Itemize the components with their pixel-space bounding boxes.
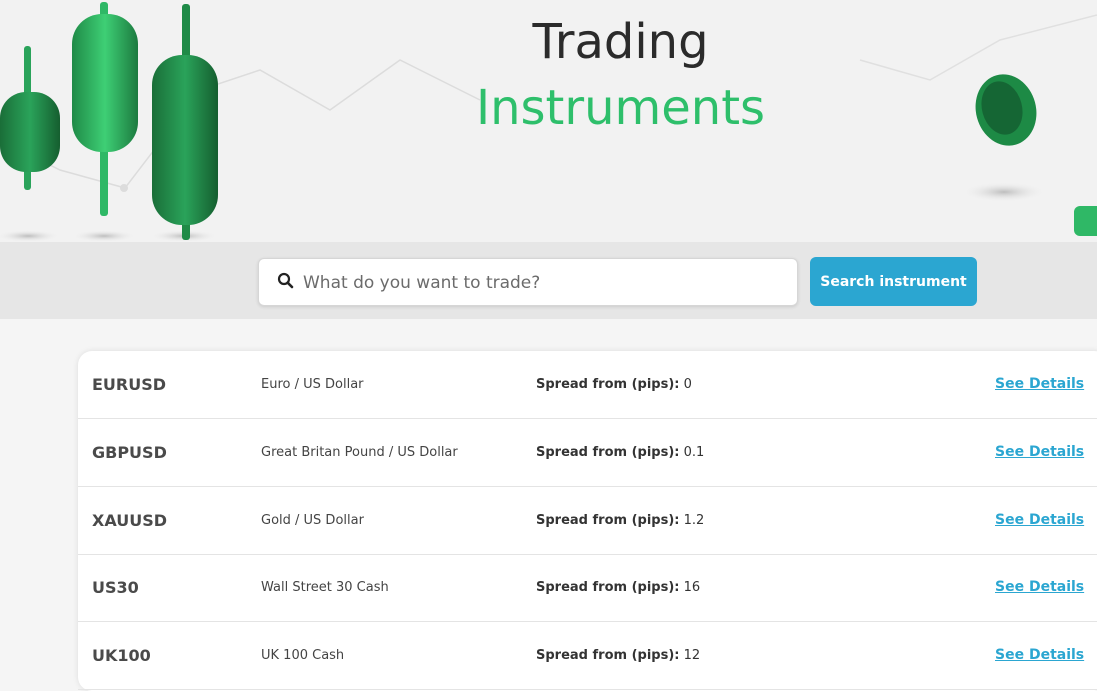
table-row: EURUSD Euro / US Dollar Spread from (pip…	[78, 351, 1097, 419]
table-row: UK100 UK 100 Cash Spread from (pips): 12…	[78, 622, 1097, 690]
spread-label: Spread from (pips):	[536, 648, 680, 663]
spread-value: 0	[683, 377, 692, 392]
see-details-link[interactable]: See Details	[995, 622, 1084, 689]
instrument-symbol: EURUSD	[92, 375, 167, 394]
instrument-spread: Spread from (pips): 12	[536, 622, 700, 689]
search-instrument-button[interactable]: Search instrument	[810, 257, 977, 306]
spread-value: 1.2	[683, 513, 705, 528]
spread-value: 12	[683, 648, 701, 663]
spread-label: Spread from (pips):	[536, 445, 680, 460]
instrument-name: Euro / US Dollar	[261, 377, 364, 392]
instrument-symbol: US30	[92, 578, 139, 597]
instrument-symbol: GBPUSD	[92, 443, 167, 462]
instrument-spread: Spread from (pips): 1.2	[536, 487, 704, 554]
table-row: XAUUSD Gold / US Dollar Spread from (pip…	[78, 487, 1097, 555]
see-details-link[interactable]: See Details	[995, 419, 1084, 486]
search-field[interactable]	[258, 258, 798, 306]
instrument-spread: Spread from (pips): 0	[536, 351, 692, 418]
instrument-name: UK 100 Cash	[261, 648, 345, 663]
page-title-line2: Instruments	[475, 80, 766, 136]
spread-label: Spread from (pips):	[536, 580, 680, 595]
instrument-symbol: XAUUSD	[92, 511, 168, 530]
hero-banner: Trading Instruments	[0, 0, 1097, 242]
instrument-name: Wall Street 30 Cash	[261, 580, 389, 595]
see-details-link[interactable]: See Details	[995, 351, 1084, 418]
page-title-line1: Trading	[532, 14, 709, 70]
spread-value: 0.1	[683, 445, 705, 460]
search-input[interactable]	[301, 267, 785, 299]
instrument-symbol: UK100	[92, 646, 151, 665]
instrument-name: Great Britan Pound / US Dollar	[261, 445, 458, 460]
see-details-link[interactable]: See Details	[995, 554, 1084, 621]
instruments-table: EURUSD Euro / US Dollar Spread from (pip…	[78, 351, 1097, 691]
table-row: US30 Wall Street 30 Cash Spread from (pi…	[78, 554, 1097, 622]
search-icon	[277, 272, 294, 289]
table-row: GBPUSD Great Britan Pound / US Dollar Sp…	[78, 419, 1097, 487]
spread-label: Spread from (pips):	[536, 513, 680, 528]
instrument-spread: Spread from (pips): 16	[536, 554, 700, 621]
see-details-link[interactable]: See Details	[995, 487, 1084, 554]
instrument-spread: Spread from (pips): 0.1	[536, 419, 704, 486]
spread-label: Spread from (pips):	[536, 377, 680, 392]
spread-value: 16	[683, 580, 701, 595]
instrument-name: Gold / US Dollar	[261, 513, 364, 528]
